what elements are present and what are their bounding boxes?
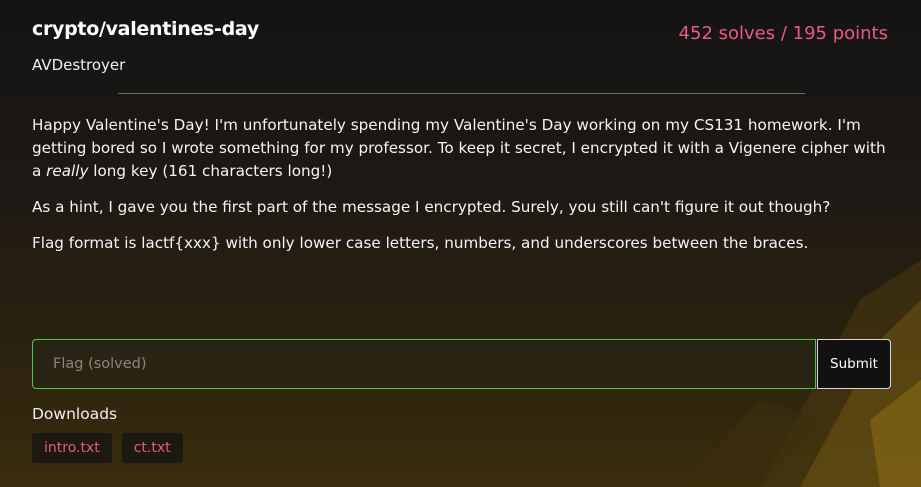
challenge-title: crypto/valentines-day [32,18,259,40]
flag-form: Submit [32,339,891,389]
submit-button[interactable]: Submit [817,339,891,389]
download-link-ct[interactable]: ct.txt [121,433,183,463]
solves-points: 452 solves / 195 points [678,23,888,44]
divider [118,93,805,94]
download-link-intro[interactable]: intro.txt [32,433,112,463]
description-paragraph-1: Happy Valentine's Day! I'm unfortunately… [32,116,886,180]
challenge-description: Happy Valentine's Day! I'm unfortunately… [32,114,892,268]
downloads-heading: Downloads [32,405,118,423]
flag-input[interactable] [32,339,816,389]
description-paragraph-2: As a hint, I gave you the first part of … [32,198,831,216]
downloads-list: intro.txt ct.txt [32,433,183,463]
challenge-card: crypto/valentines-day AVDestroyer 452 so… [0,0,921,487]
emphasis-really: really [46,162,89,180]
description-paragraph-3: Flag format is lactf{xxx} with only lowe… [32,234,809,252]
challenge-author: AVDestroyer [32,56,126,74]
